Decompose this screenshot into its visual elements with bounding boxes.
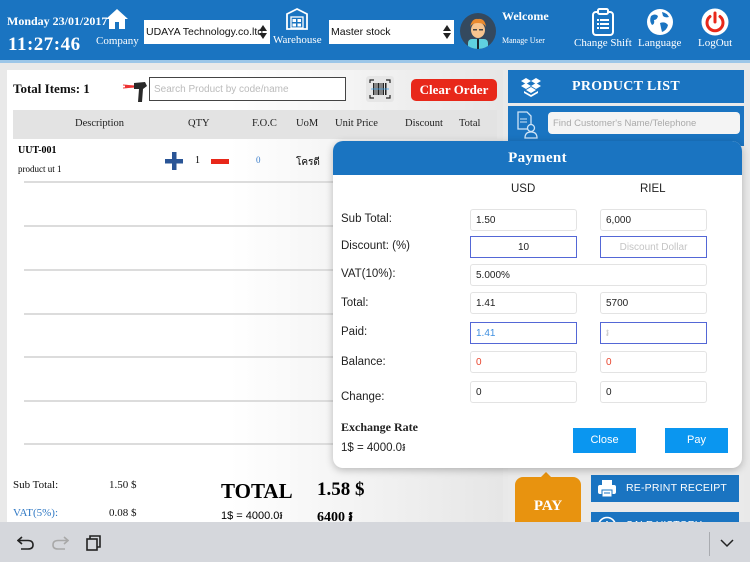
customer-search-input[interactable] — [548, 112, 740, 134]
confirm-pay-button[interactable]: Pay — [665, 428, 728, 453]
company-button[interactable]: Company — [96, 8, 139, 47]
select-arrows-icon — [443, 25, 451, 39]
globe-icon — [646, 9, 673, 35]
product-list-button[interactable]: PRODUCT LIST — [508, 70, 744, 103]
printer-icon — [598, 480, 616, 498]
increase-qty-button[interactable] — [165, 152, 183, 170]
manage-user-link[interactable]: Manage User — [502, 36, 545, 45]
logout-button[interactable]: LogOut — [698, 8, 732, 49]
column-header: F.O.C — [252, 118, 277, 129]
language-label: Language — [638, 37, 682, 49]
search-product-input[interactable] — [149, 77, 346, 101]
warehouse-button[interactable]: Warehouse — [273, 8, 322, 46]
discount-percent-field[interactable] — [470, 236, 577, 258]
vat-label: VAT(5%): — [13, 507, 59, 519]
item-uom: โครดี — [296, 157, 320, 168]
user-avatar[interactable] — [460, 13, 496, 49]
dropbox-icon — [521, 78, 541, 97]
balance-label: Balance: — [341, 356, 386, 368]
barcode-icon — [369, 79, 391, 99]
decrease-qty-button[interactable] — [211, 159, 229, 164]
exchange-rate-value: 1$ = 4000.0៛ — [341, 442, 406, 454]
order-table-header: Description QTY F.O.C UoM Unit Price Dis… — [13, 110, 497, 139]
change-shift-label: Change Shift — [574, 37, 632, 49]
vat-field[interactable] — [470, 264, 707, 286]
warehouse-icon — [286, 8, 309, 30]
copy-icon[interactable] — [85, 535, 103, 551]
subtotal-usd-field[interactable] — [470, 209, 577, 231]
column-header: QTY — [188, 118, 210, 129]
user-avatar-icon — [468, 18, 488, 49]
vat-value: 0.08 $ — [109, 507, 137, 519]
reprint-receipt-label: RE-PRINT RECEIPT — [626, 482, 728, 494]
subtotal-riel-field[interactable] — [600, 209, 707, 231]
riel-column-header: RIEL — [640, 183, 666, 195]
product-list-label: PRODUCT LIST — [572, 79, 680, 94]
payment-title: Payment — [333, 141, 742, 175]
discount-dollar-field[interactable] — [600, 236, 707, 258]
undo-icon[interactable] — [17, 535, 35, 551]
paid-riel-field[interactable] — [600, 322, 707, 344]
barcode-button[interactable] — [366, 76, 394, 102]
balance-usd-field[interactable] — [470, 351, 577, 373]
total-label: Total: — [341, 297, 369, 309]
logout-label: LogOut — [698, 37, 733, 49]
usd-column-header: USD — [511, 183, 536, 195]
system-toolbar — [0, 522, 750, 562]
redo-icon[interactable] — [51, 535, 69, 551]
vat-label: VAT(10%): — [341, 268, 396, 280]
paid-label: Paid: — [341, 326, 368, 338]
column-header: Unit Price — [335, 118, 378, 129]
warehouse-select-value: Master stock — [331, 26, 391, 38]
customer-document-icon — [517, 111, 538, 139]
change-shift-button[interactable]: Change Shift — [574, 8, 632, 49]
close-button[interactable]: Close — [573, 428, 636, 453]
customer-search-bar — [508, 106, 744, 146]
payment-dialog: Payment USD RIEL Sub Total: Discount: (%… — [333, 141, 742, 468]
select-arrows-icon — [259, 25, 267, 39]
power-icon — [701, 8, 729, 36]
company-label: Company — [96, 35, 139, 47]
company-select[interactable]: UDAYA Technology.co.ltd — [144, 20, 270, 44]
column-header: Total — [459, 118, 481, 129]
subtotal-value: 1.50 $ — [109, 479, 137, 491]
clear-order-button[interactable]: Clear Order — [411, 79, 497, 101]
item-name: product ut 1 — [18, 164, 62, 174]
change-riel-field[interactable] — [600, 381, 707, 403]
column-header: Description — [75, 118, 124, 129]
reprint-receipt-button[interactable]: RE-PRINT RECEIPT — [591, 475, 739, 502]
language-button[interactable]: Language — [638, 8, 681, 49]
clipboard-icon — [591, 8, 614, 36]
toolbar-divider — [709, 532, 710, 556]
discount-label: Discount: (%) — [341, 240, 411, 252]
welcome-text: Welcome — [502, 9, 549, 23]
change-label: Change: — [341, 391, 385, 403]
total-label: TOTAL — [221, 479, 293, 503]
paid-usd-field[interactable] — [470, 322, 577, 344]
item-foc[interactable]: 0 — [256, 155, 261, 165]
warehouse-label: Warehouse — [273, 34, 322, 46]
subtotal-label: Sub Total: — [13, 479, 59, 491]
subtotal-label: Sub Total: — [341, 213, 392, 225]
change-usd-field[interactable] — [470, 381, 577, 403]
current-date: Monday 23/01/2017 — [7, 14, 108, 28]
total-usd-field[interactable] — [470, 292, 577, 314]
top-bar-border — [0, 60, 750, 63]
current-time: 11:27:46 — [8, 34, 81, 55]
item-code: UUT-001 — [18, 145, 57, 156]
total-value: 1.58 $ — [317, 479, 365, 500]
column-header: UoM — [296, 118, 319, 129]
total-items: Total Items: 1 — [13, 81, 90, 96]
top-bar: Monday 23/01/2017 11:27:46 Company UDAYA… — [0, 0, 750, 60]
column-header: Discount — [405, 118, 443, 129]
exchange-rate-title: Exchange Rate — [341, 420, 418, 434]
chevron-down-icon[interactable] — [718, 535, 736, 551]
barcode-scanner-icon — [122, 82, 147, 102]
balance-riel-field[interactable] — [600, 351, 707, 373]
total-riel-field[interactable] — [600, 292, 707, 314]
home-icon — [106, 9, 129, 29]
company-select-value: UDAYA Technology.co.ltd — [146, 26, 264, 38]
warehouse-select[interactable]: Master stock — [329, 20, 454, 44]
item-qty: 1 — [195, 155, 200, 166]
